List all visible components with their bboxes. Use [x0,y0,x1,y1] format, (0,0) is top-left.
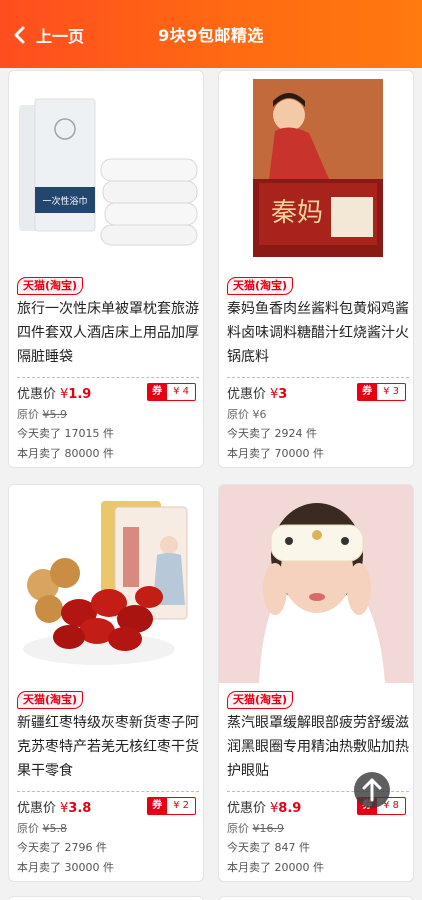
sold-today: 今天卖了 847 件 [227,841,310,854]
sold-month: 本月卖了 70000 件 [227,447,324,460]
coupon-label: 券 [147,797,168,815]
original-price: 原价 ¥16.9 [227,822,284,835]
sold-today: 今天卖了 2796 件 [17,841,107,854]
original-price: 原价 ¥5.8 [17,822,67,835]
price-label: 优惠价 [227,801,267,816]
price-row: 优惠价 ¥1.9 [17,383,91,405]
price: ¥8.9 [270,801,302,816]
coupon-badge[interactable]: 券 ¥ 2 [147,797,196,815]
product-card[interactable] [218,896,414,900]
sold-month: 本月卖了 30000 件 [17,861,114,874]
sold-month: 本月卖了 80000 件 [17,447,114,460]
product-card[interactable]: 秦妈 天猫(淘宝) 秦妈鱼香肉丝酱料包黄焖鸡酱料卤味调料糖醋汁红烧酱汁火锅底料 … [218,70,414,468]
coupon-value: ¥ 4 [167,383,196,401]
image-text: 秦妈 [271,198,323,228]
product-image [9,485,203,683]
coupon-value: ¥ 3 [377,383,406,401]
price-label: 优惠价 [227,387,267,402]
product-title[interactable]: 新疆红枣特级灰枣新货枣子阿克苏枣特产若羌无核红枣干货果干零食 [17,711,199,783]
coupon-label: 券 [357,383,378,401]
sold-today: 今天卖了 17015 件 [17,427,114,440]
original-price: 原价 ¥6 [227,408,267,421]
coupon-label: 券 [147,383,168,401]
price: ¥3.8 [60,801,92,816]
divider [227,377,409,378]
divider [17,791,199,792]
price-label: 优惠价 [17,387,57,402]
sold-today: 今天卖了 2924 件 [227,427,317,440]
top-bar: 上一页 9块9包邮精选 [0,0,422,68]
image-text: 一次性浴巾 [42,195,87,207]
product-card[interactable]: 天猫(淘宝) 新疆红枣特级灰枣新货枣子阿克苏枣特产若羌无核红枣干货果干零食 优惠… [8,484,204,882]
arrow-up-icon [362,778,382,802]
platform-tag: 天猫(淘宝) [17,277,84,295]
platform-tag: 天猫(淘宝) [17,691,84,709]
product-title[interactable]: 秦妈鱼香肉丝酱料包黄焖鸡酱料卤味调料糖醋汁红烧酱汁火锅底料 [227,297,409,369]
price-label: 优惠价 [17,801,57,816]
original-price: 原价 ¥5.9 [17,408,67,421]
product-card[interactable]: 一次性浴巾 天猫(淘宝) 旅行一次性床单被罩枕套旅游四件套双人酒店床上用品加厚隔… [8,70,204,468]
price-row: 优惠价 ¥8.9 [227,797,301,819]
product-card[interactable] [8,896,204,900]
platform-tag: 天猫(淘宝) [227,691,294,709]
price: ¥1.9 [60,387,92,402]
product-title[interactable]: 旅行一次性床单被罩枕套旅游四件套双人酒店床上用品加厚隔脏睡袋 [17,297,199,369]
price-row: 优惠价 ¥3.8 [17,797,91,819]
product-image: 秦妈 [219,71,413,269]
coupon-value: ¥ 2 [167,797,196,815]
page-title: 9块9包邮精选 [158,26,264,45]
sold-month: 本月卖了 20000 件 [227,861,324,874]
platform-tag: 天猫(淘宝) [227,277,294,295]
product-image: 一次性浴巾 [9,71,203,269]
product-card[interactable]: 天猫(淘宝) 蒸汽眼罩缓解眼部疲劳舒缓滋润黑眼圈专用精油热敷贴加热护眼贴 优惠价… [218,484,414,882]
coupon-badge[interactable]: 券 ¥ 3 [357,383,406,401]
price: ¥3 [270,387,288,402]
product-image [219,485,413,683]
divider [17,377,199,378]
back-to-top-button[interactable] [354,772,390,808]
price-row: 优惠价 ¥3 [227,383,287,405]
coupon-badge[interactable]: 券 ¥ 4 [147,383,196,401]
